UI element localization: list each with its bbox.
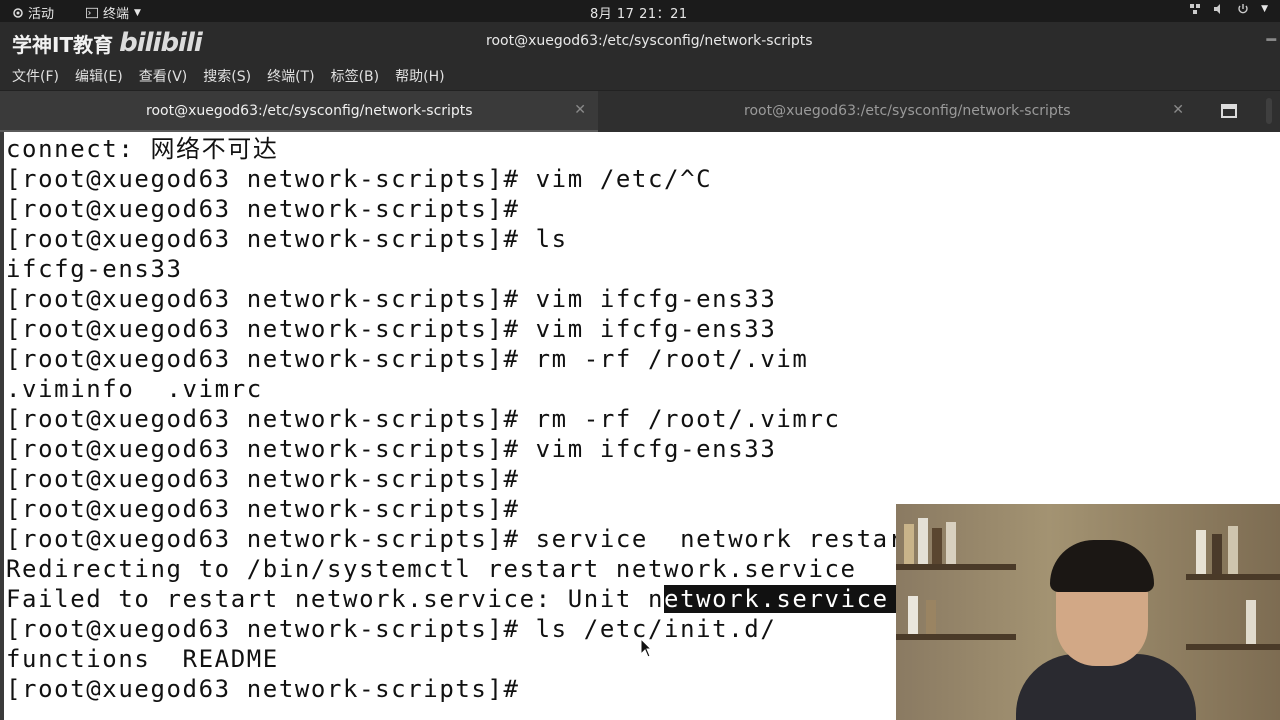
book [1228, 526, 1238, 574]
volume-icon [1214, 4, 1221, 14]
power-icon [1238, 4, 1248, 14]
menu-edit[interactable]: 编辑(E) [75, 64, 123, 88]
bookshelf [896, 634, 1016, 640]
tab-active[interactable]: root@xuegod63:/etc/sysconfig/network-scr… [0, 91, 598, 133]
logo-text: 学神IT教育 [12, 32, 114, 57]
bookshelf [1186, 574, 1280, 580]
bookshelf [1186, 644, 1280, 650]
terminal-line: [root@xuegod63 network-scripts]# [6, 675, 520, 703]
activities-label: 活动 [28, 7, 55, 22]
activities-icon [13, 7, 23, 18]
window-title: root@xuegod63:/etc/sysconfig/network-scr… [486, 33, 813, 49]
new-tab-icon[interactable] [1216, 100, 1242, 122]
bookshelf [896, 564, 1016, 570]
app-menu-button[interactable]: 终端 ▼ [86, 3, 141, 22]
terminal-line: connect: 网络不可达 [6, 135, 279, 163]
menu-search[interactable]: 搜索(S) [203, 64, 251, 88]
app-menu-label: 终端 [103, 7, 130, 22]
terminal-line: [root@xuegod63 network-scripts]# [6, 195, 520, 223]
terminal-line: [root@xuegod63 network-scripts]# service… [6, 525, 921, 553]
gnome-top-bar: 活动 终端 ▼ 8月 17 21：21 ▼ [0, 0, 1280, 22]
tab-label: root@xuegod63:/etc/sysconfig/network-scr… [146, 103, 473, 119]
watermark-logo: 学神IT教育 bilibili [12, 28, 203, 58]
terminal-line: functions README [6, 645, 279, 673]
menu-help[interactable]: 帮助(H) [395, 64, 444, 88]
terminal-line: [root@xuegod63 network-scripts]# vim /et… [6, 165, 713, 193]
terminal-line: [root@xuegod63 network-scripts]# [6, 495, 520, 523]
menu-file[interactable]: 文件(F) [12, 64, 59, 88]
book [1246, 600, 1256, 644]
tab-inactive[interactable]: root@xuegod63:/etc/sysconfig/network-scr… [600, 91, 1196, 133]
menu-view[interactable]: 查看(V) [139, 64, 188, 88]
menu-tabs[interactable]: 标签(B) [331, 64, 380, 88]
window-close-icon[interactable]: ━ [1266, 30, 1276, 49]
terminal-line: [root@xuegod63 network-scripts]# vim ifc… [6, 315, 777, 343]
close-icon[interactable]: ✕ [574, 102, 586, 118]
terminal-line: Redirecting to /bin/systemctl restart ne… [6, 555, 857, 583]
webcam-overlay [896, 504, 1280, 720]
tab-bar: root@xuegod63:/etc/sysconfig/network-scr… [0, 90, 1280, 133]
terminal-line: [root@xuegod63 network-scripts]# vim ifc… [6, 285, 777, 313]
system-status-area[interactable]: ▼ [1189, 3, 1268, 15]
book [1212, 534, 1222, 574]
tab-label: root@xuegod63:/etc/sysconfig/network-scr… [744, 103, 1071, 119]
terminal-app-icon [86, 7, 98, 18]
tab-scroll-handle[interactable] [1266, 98, 1272, 124]
book [946, 522, 956, 564]
terminal-line: [root@xuegod63 network-scripts]# rm -rf … [6, 345, 809, 373]
book [904, 524, 914, 564]
menu-bar: 文件(F) 编辑(E) 查看(V) 搜索(S) 终端(T) 标签(B) 帮助(H… [0, 62, 1280, 90]
book [918, 518, 928, 564]
clock[interactable]: 8月 17 21：21 [590, 3, 688, 22]
terminal-line: .viminfo .vimrc [6, 375, 263, 403]
terminal-line: [root@xuegod63 network-scripts]# [6, 465, 520, 493]
mouse-cursor-icon [640, 638, 652, 658]
menu-terminal[interactable]: 终端(T) [267, 64, 314, 88]
window-titlebar[interactable]: 学神IT教育 bilibili root@xuegod63:/etc/sysco… [0, 22, 1280, 62]
activities-button[interactable]: 活动 [12, 3, 54, 22]
error-text: Failed to restart network.service: Unit … [6, 585, 665, 613]
chevron-down-icon: ▼ [134, 7, 141, 18]
terminal-line: [root@xuegod63 network-scripts]# ls [6, 225, 568, 253]
book [926, 600, 936, 634]
terminal-line-error: Failed to restart network.service: Unit … [6, 584, 953, 614]
close-icon[interactable]: ✕ [1172, 102, 1184, 118]
chevron-down-icon: ▼ [1261, 4, 1268, 14]
book [908, 596, 918, 634]
network-icon [1190, 4, 1201, 14]
terminal-line: [root@xuegod63 network-scripts]# rm -rf … [6, 405, 841, 433]
logo-brand: bilibili [119, 28, 203, 58]
terminal-line: [root@xuegod63 network-scripts]# ls /etc… [6, 615, 777, 643]
terminal-line: ifcfg-ens33 [6, 255, 183, 283]
book [932, 528, 942, 564]
book [1196, 530, 1206, 574]
terminal-line: [root@xuegod63 network-scripts]# vim ifc… [6, 435, 777, 463]
